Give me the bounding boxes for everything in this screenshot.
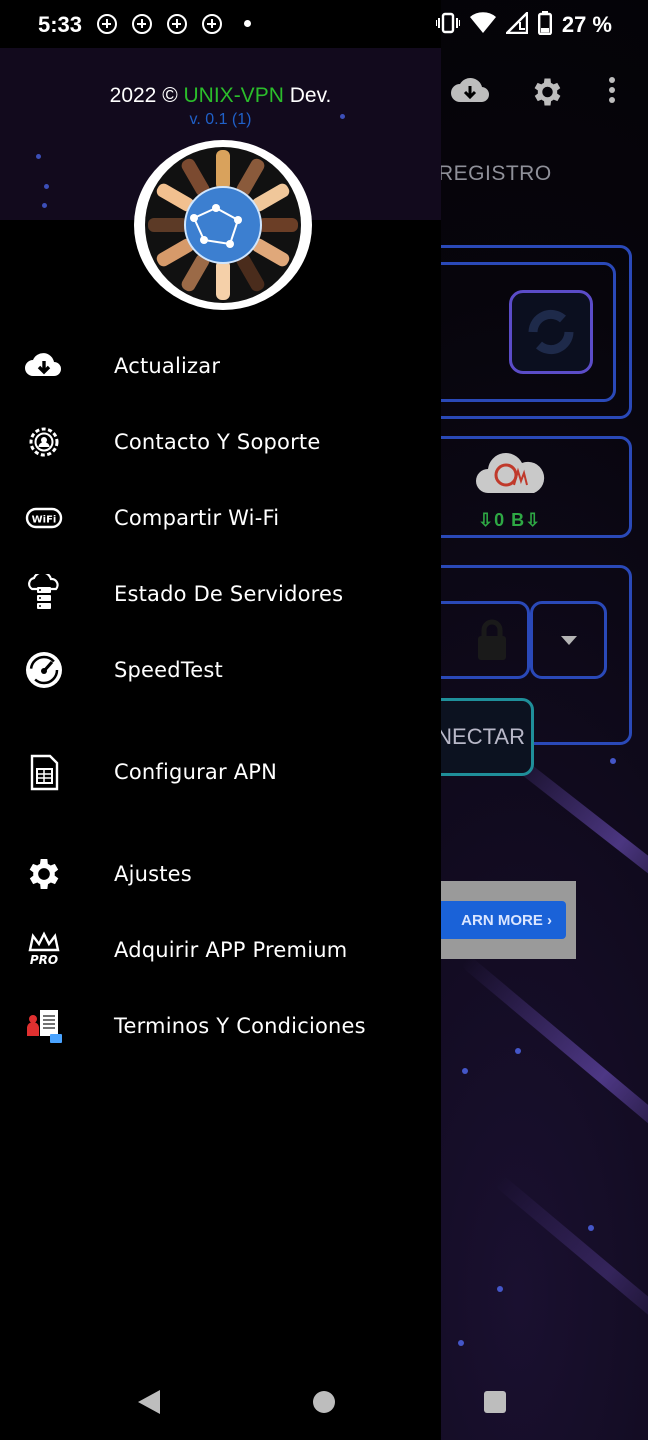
home-icon[interactable] xyxy=(313,1391,335,1413)
svg-text:PRO: PRO xyxy=(30,953,58,967)
vpn-key-icon xyxy=(167,14,187,34)
lock-icon xyxy=(474,618,510,666)
menu-item-actualizar[interactable]: Actualizar xyxy=(0,334,441,398)
menu-item-label: Compartir Wi-Fi xyxy=(114,506,280,530)
speedometer-icon xyxy=(24,650,64,690)
refresh-icon[interactable] xyxy=(509,290,593,374)
traffic-cloud-icon xyxy=(474,449,548,501)
settings-gear-icon xyxy=(24,854,64,894)
connect-button-label: NECTAR xyxy=(436,724,525,749)
vpn-key-icon xyxy=(132,14,152,34)
menu-item-label: Terminos Y Condiciones xyxy=(114,1014,366,1038)
battery-percent: 27 % xyxy=(561,12,612,37)
copyright-year: 2022 © xyxy=(109,84,178,107)
back-icon[interactable] xyxy=(138,1390,160,1414)
dev-suffix: Dev. xyxy=(289,84,332,107)
wifi-icon xyxy=(469,12,496,38)
wifi-share-icon: WiFi xyxy=(24,498,64,538)
more-notifications-dot xyxy=(244,20,251,27)
menu-item-ajustes[interactable]: Ajustes xyxy=(0,842,441,906)
status-indicators: 27 % xyxy=(434,10,612,39)
menu-item-label: Actualizar xyxy=(114,354,221,378)
menu-item-adquirir-premium[interactable]: PRO Adquirir APP Premium xyxy=(0,918,441,982)
cloud-download-icon[interactable] xyxy=(450,74,490,117)
menu-item-label: Contacto Y Soporte xyxy=(114,430,321,454)
chevron-down-icon[interactable] xyxy=(561,636,577,645)
svg-text:WiFi: WiFi xyxy=(32,515,57,526)
menu-item-label: Configurar APN xyxy=(114,760,278,784)
recents-icon[interactable] xyxy=(484,1391,506,1413)
traffic-counter: ⇩0 B⇩ xyxy=(478,510,542,530)
sim-card-icon xyxy=(24,752,64,792)
status-bar: 5:33 27 % xyxy=(0,0,648,48)
vpn-key-icon xyxy=(97,14,117,34)
drawer-header-title: 2022 © UNIX-VPN Dev. xyxy=(0,84,441,108)
server-cloud-icon xyxy=(24,574,64,614)
cell-signal-icon xyxy=(503,10,529,38)
crown-pro-icon: PRO xyxy=(24,930,64,970)
navigation-drawer: 2022 © UNIX-VPN Dev. v. 0.1 (1) Actualiz… xyxy=(0,0,441,1440)
menu-item-contacto-soporte[interactable]: Contacto Y Soporte xyxy=(0,410,441,474)
menu-item-terminos-condiciones[interactable]: Terminos Y Condiciones xyxy=(0,994,441,1058)
terms-document-icon xyxy=(24,1006,64,1046)
brand-name: UNIX-VPN xyxy=(183,84,284,107)
tab-registro[interactable]: REGISTRO xyxy=(438,162,552,186)
vpn-key-icon xyxy=(202,14,222,34)
cloud-download-icon xyxy=(24,346,64,386)
menu-item-compartir-wifi[interactable]: WiFi Compartir Wi-Fi xyxy=(0,486,441,550)
menu-item-label: Ajustes xyxy=(114,862,192,886)
learn-more-button[interactable]: ARN MORE › xyxy=(420,901,566,939)
menu-item-label: Estado De Servidores xyxy=(114,582,344,606)
app-logo xyxy=(134,140,312,310)
system-navigation-bar xyxy=(0,1364,648,1440)
menu-item-configurar-apn[interactable]: Configurar APN xyxy=(0,740,441,804)
battery-icon xyxy=(537,11,552,39)
learn-more-label: ARN MORE › xyxy=(461,911,552,929)
menu-item-estado-servidores[interactable]: Estado De Servidores xyxy=(0,562,441,626)
app-version: v. 0.1 (1) xyxy=(189,111,252,128)
menu-item-speedtest[interactable]: SpeedTest xyxy=(0,638,441,702)
support-gear-icon xyxy=(24,422,64,462)
vibrate-icon xyxy=(434,12,461,38)
menu-item-label: SpeedTest xyxy=(114,658,223,682)
settings-icon[interactable] xyxy=(528,74,564,119)
status-time: 5:33 xyxy=(38,12,83,37)
overflow-menu-icon[interactable] xyxy=(606,74,618,114)
menu-item-label: Adquirir APP Premium xyxy=(114,938,348,962)
